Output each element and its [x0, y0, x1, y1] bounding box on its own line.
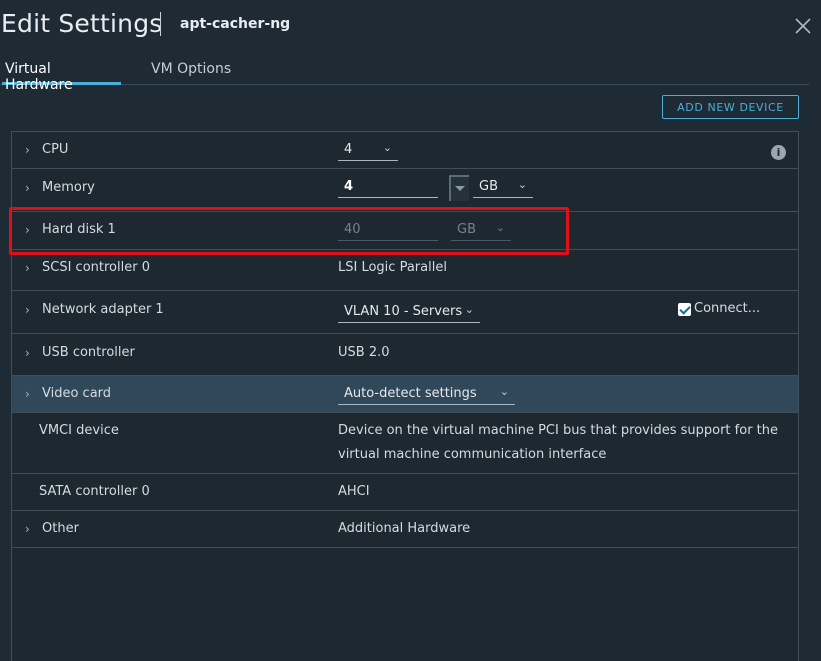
video-card-label: Video card	[42, 386, 112, 401]
connect-checkbox[interactable]	[678, 303, 691, 316]
connect-label[interactable]: Connect...	[694, 301, 760, 316]
video-card-select[interactable]: Auto-detect settings ⌄	[338, 383, 515, 405]
network-label: Network adapter 1	[42, 302, 164, 317]
close-icon[interactable]	[793, 16, 813, 36]
sata-value: AHCI	[338, 484, 370, 499]
hard-disk-unit: GB	[457, 222, 476, 237]
memory-unit-select[interactable]: GB ⌄	[473, 176, 533, 198]
chevron-right-icon[interactable]: ›	[25, 223, 30, 237]
dialog-title: Edit Settings	[1, 9, 163, 38]
hard-disk-label: Hard disk 1	[42, 222, 116, 237]
scsi-value: LSI Logic Parallel	[338, 260, 447, 275]
network-value: VLAN 10 - Servers	[344, 304, 463, 319]
row-network-adapter: › Network adapter 1 VLAN 10 - Servers ⌄ …	[12, 291, 798, 334]
vmci-value-line1: Device on the virtual machine PCI bus th…	[338, 423, 779, 438]
chevron-right-icon[interactable]: ›	[25, 387, 30, 401]
other-value: Additional Hardware	[338, 521, 471, 536]
row-scsi-controller: › SCSI controller 0 LSI Logic Parallel	[12, 250, 798, 291]
cpu-select[interactable]: 4 ⌄	[338, 139, 398, 161]
network-select[interactable]: VLAN 10 - Servers ⌄	[338, 301, 480, 323]
triangle-down-icon	[455, 186, 465, 191]
video-card-value: Auto-detect settings	[344, 386, 477, 401]
chevron-down-icon: ⌄	[499, 385, 509, 398]
scsi-label: SCSI controller 0	[42, 260, 150, 275]
info-icon[interactable]: i	[771, 145, 786, 160]
hardware-list: › CPU 4 ⌄ i › Memory 4 GB ⌄ › Hard disk …	[11, 131, 799, 661]
title-divider	[160, 12, 161, 36]
chevron-right-icon[interactable]: ›	[25, 181, 30, 195]
row-usb-controller: › USB controller USB 2.0	[12, 334, 798, 376]
chevron-down-icon: ⌄	[382, 141, 392, 154]
vmci-value-line2: virtual machine communication interface	[338, 447, 607, 462]
row-sata-controller: SATA controller 0 AHCI	[12, 474, 798, 511]
memory-spinner[interactable]	[449, 175, 469, 201]
tab-bar: Virtual Hardware VM Options	[0, 56, 809, 93]
vm-name: apt-cacher-ng	[180, 16, 291, 32]
hard-disk-unit-select[interactable]: GB ⌄	[451, 219, 511, 241]
dialog-header: Edit Settings apt-cacher-ng	[0, 0, 821, 52]
chevron-down-icon: ⌄	[495, 221, 505, 234]
row-cpu: › CPU 4 ⌄ i	[12, 132, 798, 169]
chevron-right-icon[interactable]: ›	[25, 261, 30, 275]
usb-label: USB controller	[42, 345, 135, 360]
row-other: › Other Additional Hardware	[12, 511, 798, 548]
memory-unit: GB	[479, 179, 498, 194]
chevron-right-icon[interactable]: ›	[25, 346, 30, 360]
sata-label: SATA controller 0	[39, 484, 150, 499]
row-vmci-device: VMCI device Device on the virtual machin…	[12, 413, 798, 474]
memory-input[interactable]: 4	[338, 176, 438, 198]
chevron-right-icon[interactable]: ›	[25, 522, 30, 536]
chevron-right-icon[interactable]: ›	[25, 303, 30, 317]
hard-disk-size-input[interactable]: 40	[338, 219, 438, 241]
row-video-card[interactable]: › Video card Auto-detect settings ⌄	[12, 376, 798, 413]
edit-settings-dialog: Edit Settings apt-cacher-ng Virtual Hard…	[0, 0, 821, 661]
cpu-value: 4	[344, 142, 353, 157]
cpu-label: CPU	[42, 142, 69, 157]
vmci-label: VMCI device	[39, 423, 119, 438]
row-memory: › Memory 4 GB ⌄	[12, 169, 798, 212]
other-label: Other	[42, 521, 79, 536]
usb-value: USB 2.0	[338, 345, 390, 360]
memory-label: Memory	[42, 180, 95, 195]
add-new-device-button[interactable]: ADD NEW DEVICE	[662, 95, 799, 119]
chevron-down-icon: ⌄	[464, 303, 474, 316]
chevron-down-icon: ⌄	[517, 178, 527, 191]
row-hard-disk: › Hard disk 1 40 GB ⌄	[12, 212, 798, 250]
chevron-right-icon[interactable]: ›	[25, 143, 30, 157]
tab-vm-options[interactable]: VM Options	[151, 61, 231, 85]
tab-virtual-hardware[interactable]: Virtual Hardware	[2, 61, 121, 93]
